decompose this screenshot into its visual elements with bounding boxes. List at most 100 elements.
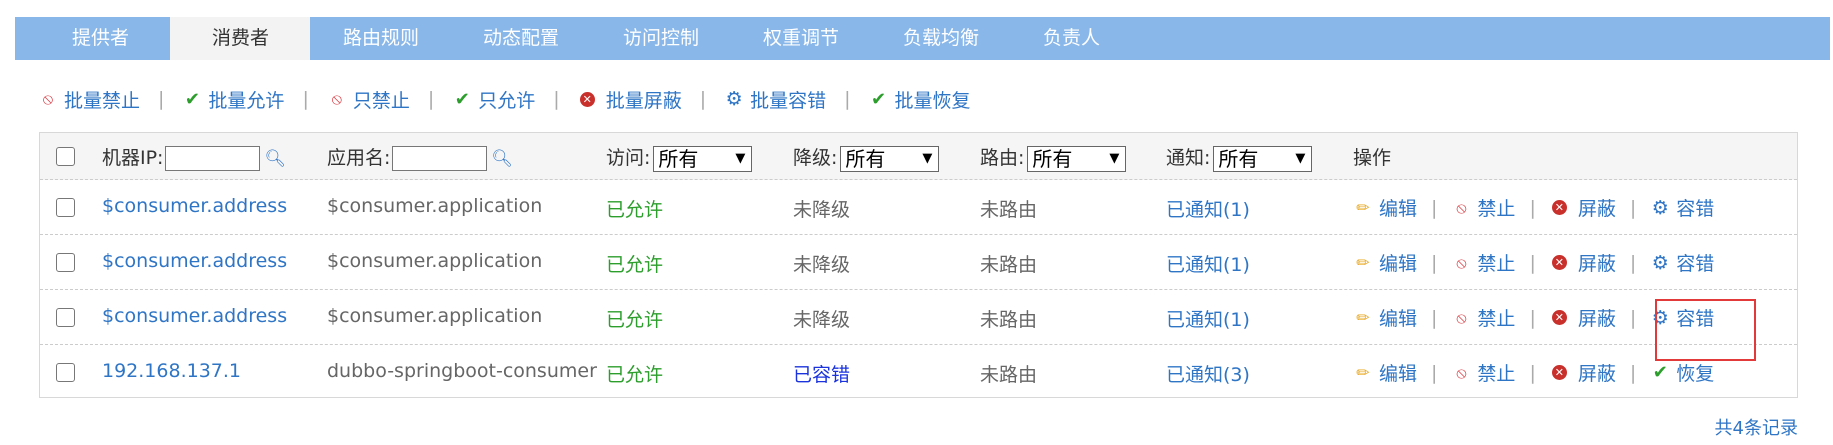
only-allow-button[interactable]: ✔ 只允许 bbox=[452, 86, 536, 113]
app-filter: 应用名: 🔍︎ bbox=[327, 146, 513, 171]
ban-icon: ⦸ bbox=[1456, 252, 1467, 272]
table-header: 机器IP: 🔍︎ 应用名: 🔍︎ 访问: 所有 ▼ 降级: 所有 ▼ 路由: 所有 ▼ 通知: 所… bbox=[40, 133, 1797, 180]
degrade-status: 未降级 bbox=[793, 254, 851, 276]
tolerant-button[interactable]: ⚙ 容错 bbox=[1650, 194, 1715, 221]
degrade-status: 未降级 bbox=[793, 309, 851, 331]
separator: | bbox=[1431, 251, 1438, 274]
forbid-button[interactable]: ⦸ 禁止 bbox=[1451, 249, 1515, 276]
row-checkbox[interactable] bbox=[56, 363, 75, 382]
forbid-button[interactable]: ⦸ 禁止 bbox=[1451, 304, 1515, 331]
route-status: 未路由 bbox=[980, 254, 1038, 276]
tab-weight[interactable]: 权重调节 bbox=[730, 17, 870, 60]
table-row: $consumer.address $consumer.application … bbox=[40, 290, 1797, 345]
application: $consumer.application bbox=[327, 305, 543, 327]
separator: | bbox=[1529, 306, 1536, 329]
search-icon[interactable]: 🔍︎ bbox=[264, 149, 286, 169]
chevron-down-icon: ▼ bbox=[1109, 150, 1120, 166]
separator: | bbox=[1529, 361, 1536, 384]
notify-link[interactable]: 已通知(1) bbox=[1166, 250, 1250, 277]
degrade-select[interactable]: 所有 ▼ bbox=[840, 145, 940, 172]
x-circle-icon: ✕ bbox=[1551, 310, 1567, 325]
address-link[interactable]: $consumer.address bbox=[102, 195, 287, 217]
gear-icon: ⚙ bbox=[725, 88, 743, 110]
chevron-down-icon: ▼ bbox=[735, 150, 746, 166]
ban-icon: ⦸ bbox=[331, 89, 343, 108]
route-status: 未路由 bbox=[980, 364, 1038, 386]
row-checkbox[interactable] bbox=[56, 253, 75, 272]
address-link[interactable]: $consumer.address bbox=[102, 305, 287, 327]
row-checkbox[interactable] bbox=[56, 308, 75, 327]
ban-icon: ⦸ bbox=[1456, 362, 1467, 382]
x-circle-icon: ✕ bbox=[1551, 365, 1567, 380]
separator: | bbox=[1431, 361, 1438, 384]
select-all-checkbox[interactable] bbox=[56, 147, 75, 166]
edit-button[interactable]: ✏ 编辑 bbox=[1353, 249, 1417, 276]
route-status: 未路由 bbox=[980, 309, 1038, 331]
address-link[interactable]: 192.168.137.1 bbox=[102, 360, 241, 382]
table-row: $consumer.address $consumer.application … bbox=[40, 235, 1797, 290]
pencil-icon: ✏ bbox=[1356, 363, 1370, 382]
route-filter: 路由: 所有 ▼ bbox=[980, 143, 1127, 172]
separator: | bbox=[1629, 306, 1637, 329]
application: $consumer.application bbox=[327, 195, 543, 217]
access-filter: 访问: 所有 ▼ bbox=[606, 143, 753, 172]
chevron-down-icon: ▼ bbox=[922, 150, 933, 166]
tab-bar: 提供者 消费者 路由规则 动态配置 访问控制 权重调节 负载均衡 负责人 bbox=[15, 17, 1830, 60]
recover-button[interactable]: ✔ 恢复 bbox=[1650, 359, 1715, 386]
batch-tolerant-button[interactable]: ⚙ 批量容错 bbox=[724, 86, 827, 113]
separator: | bbox=[1431, 196, 1438, 219]
forbid-button[interactable]: ⦸ 禁止 bbox=[1451, 359, 1515, 386]
address-link[interactable]: $consumer.address bbox=[102, 250, 287, 272]
separator: | bbox=[1529, 251, 1536, 274]
search-icon[interactable]: 🔍︎ bbox=[491, 149, 513, 169]
route-select[interactable]: 所有 ▼ bbox=[1027, 145, 1127, 172]
tab-routing-rules[interactable]: 路由规则 bbox=[310, 17, 450, 60]
separator: | bbox=[158, 88, 165, 110]
edit-button[interactable]: ✏ 编辑 bbox=[1353, 194, 1417, 221]
pencil-icon: ✏ bbox=[1356, 308, 1370, 327]
notify-link[interactable]: 已通知(1) bbox=[1166, 305, 1250, 332]
chevron-down-icon: ▼ bbox=[1295, 150, 1306, 166]
pencil-icon: ✏ bbox=[1356, 198, 1370, 217]
ban-icon: ⦸ bbox=[1456, 307, 1467, 327]
shield-button[interactable]: ✕ 屏蔽 bbox=[1550, 359, 1616, 386]
edit-button[interactable]: ✏ 编辑 bbox=[1353, 359, 1417, 386]
notify-link[interactable]: 已通知(1) bbox=[1166, 195, 1250, 222]
batch-recover-button[interactable]: ✔ 批量恢复 bbox=[869, 86, 971, 113]
access-status: 已允许 bbox=[606, 254, 664, 276]
shield-button[interactable]: ✕ 屏蔽 bbox=[1550, 249, 1616, 276]
shield-button[interactable]: ✕ 屏蔽 bbox=[1550, 194, 1616, 221]
degrade-filter: 降级: 所有 ▼ bbox=[793, 143, 940, 172]
separator: | bbox=[1529, 196, 1536, 219]
separator: | bbox=[699, 88, 707, 110]
app-filter-input[interactable] bbox=[392, 146, 488, 171]
only-forbid-button[interactable]: ⦸ 只禁止 bbox=[327, 86, 410, 113]
forbid-button[interactable]: ⦸ 禁止 bbox=[1451, 194, 1515, 221]
tab-owner[interactable]: 负责人 bbox=[1010, 17, 1150, 60]
batch-shield-button[interactable]: ✕ 批量屏蔽 bbox=[578, 86, 682, 113]
edit-button[interactable]: ✏ 编辑 bbox=[1353, 304, 1417, 331]
degrade-status: 未降级 bbox=[793, 199, 851, 221]
application: dubbo-springboot-consumer bbox=[327, 360, 597, 382]
row-checkbox[interactable] bbox=[56, 198, 75, 217]
gear-icon: ⚙ bbox=[1651, 196, 1669, 219]
batch-forbid-button[interactable]: ⦸ 批量禁止 bbox=[38, 86, 140, 113]
route-status: 未路由 bbox=[980, 199, 1038, 221]
notify-link[interactable]: 已通知(3) bbox=[1166, 360, 1250, 387]
shield-button[interactable]: ✕ 屏蔽 bbox=[1550, 304, 1616, 331]
tab-dynamic-config[interactable]: 动态配置 bbox=[450, 17, 590, 60]
separator: | bbox=[302, 88, 309, 110]
pencil-icon: ✏ bbox=[1356, 253, 1370, 272]
batch-allow-button[interactable]: ✔ 批量允许 bbox=[182, 86, 285, 113]
access-select[interactable]: 所有 ▼ bbox=[653, 145, 753, 172]
separator: | bbox=[1629, 361, 1637, 384]
ip-filter-input[interactable] bbox=[165, 146, 261, 171]
tab-access-control[interactable]: 访问控制 bbox=[590, 17, 730, 60]
tolerant-button[interactable]: ⚙ 容错 bbox=[1650, 249, 1715, 276]
consumer-table: 机器IP: 🔍︎ 应用名: 🔍︎ 访问: 所有 ▼ 降级: 所有 ▼ 路由: 所有 ▼ 通知: 所… bbox=[39, 132, 1798, 398]
notify-select[interactable]: 所有 ▼ bbox=[1213, 145, 1313, 172]
tab-consumers[interactable]: 消费者 bbox=[170, 17, 310, 60]
tab-load-balance[interactable]: 负载均衡 bbox=[870, 17, 1010, 60]
ban-icon: ⦸ bbox=[1456, 197, 1467, 217]
tab-providers[interactable]: 提供者 bbox=[15, 17, 170, 60]
